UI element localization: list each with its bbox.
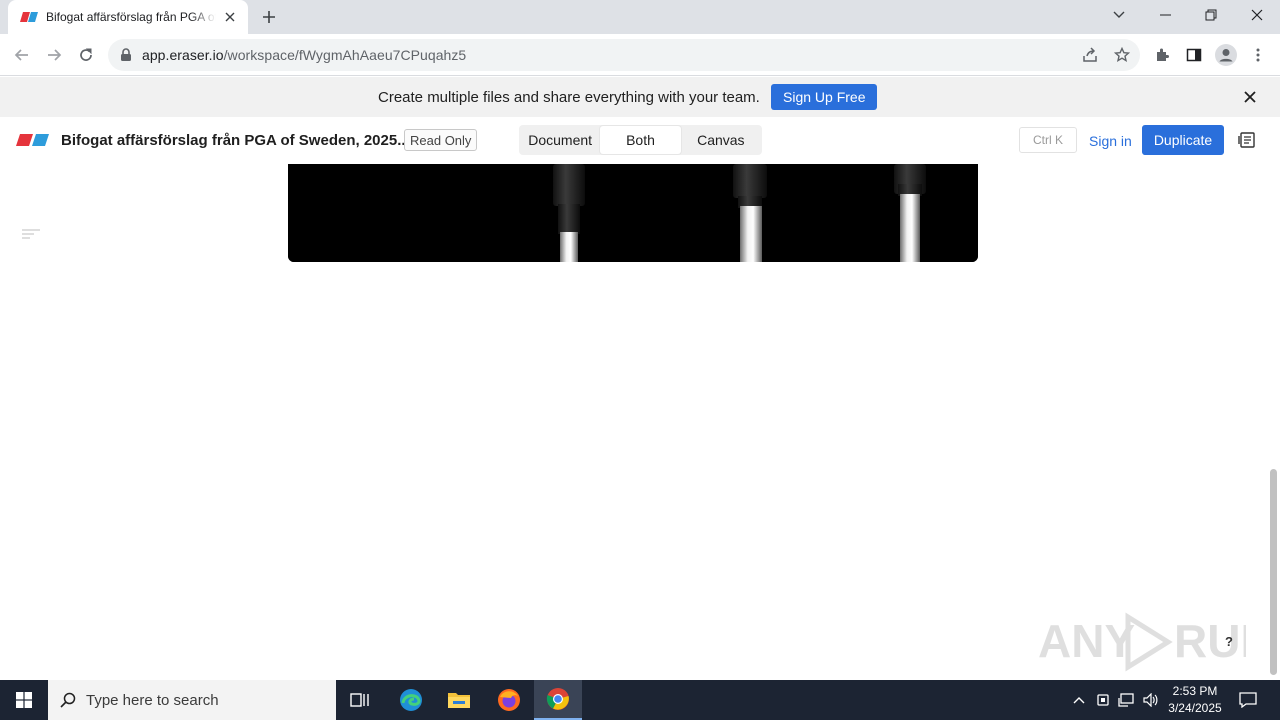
outline-icon[interactable]	[22, 229, 40, 241]
app-header: Bifogat affärsförslag från PGA of Sweden…	[0, 117, 1280, 164]
share-icon	[1082, 47, 1098, 63]
chevron-down-icon	[1113, 11, 1125, 19]
tab-search-button[interactable]	[1096, 0, 1142, 30]
promo-banner: Create multiple files and share everythi…	[0, 77, 1280, 117]
document-title: Bifogat affärsförslag från PGA of Sweden…	[61, 132, 410, 149]
lock-icon	[120, 48, 134, 62]
tray-device-icon	[1096, 693, 1110, 707]
sign-in-link[interactable]: Sign in	[1089, 133, 1132, 149]
file-explorer-taskbar-button[interactable]	[435, 680, 483, 720]
volume-icon	[1143, 693, 1159, 707]
firefox-icon	[497, 688, 521, 712]
sidepanel-icon	[1186, 47, 1202, 63]
extensions-icon	[1154, 47, 1170, 63]
notification-icon	[1239, 692, 1257, 708]
tray-chevron-icon	[1073, 696, 1085, 704]
edge-icon	[399, 688, 423, 712]
restore-icon	[1205, 9, 1217, 21]
tray-network-button[interactable]	[1115, 680, 1137, 720]
profile-icon	[1215, 44, 1237, 66]
close-icon[interactable]	[222, 9, 238, 25]
embedded-image	[288, 164, 978, 262]
forward-button[interactable]	[42, 43, 66, 67]
read-only-badge: Read Only	[404, 129, 478, 151]
new-tab-button[interactable]	[258, 7, 280, 27]
url-host: app.eraser.io	[142, 47, 224, 63]
back-icon	[14, 47, 30, 63]
task-view-button[interactable]	[336, 680, 384, 720]
sign-up-free-button[interactable]: Sign Up Free	[771, 84, 878, 110]
duplicate-button[interactable]: Duplicate	[1142, 125, 1224, 155]
extensions-button[interactable]	[1150, 43, 1174, 67]
taskbar-search-placeholder: Type here to search	[86, 691, 219, 709]
banner-message: Create multiple files and share everythi…	[378, 89, 760, 106]
clock-time: 2:53 PM	[1172, 684, 1218, 698]
chrome-icon	[546, 687, 570, 711]
search-icon	[60, 692, 76, 708]
reload-icon	[78, 47, 94, 63]
banner-close-button[interactable]	[1240, 87, 1260, 107]
browser-tab[interactable]: Bifogat affärsförslag från PGA of Sweden…	[8, 0, 248, 34]
file-explorer-icon	[447, 690, 471, 710]
document-content: ANY RUN ?	[0, 164, 1280, 680]
url-path: /workspace/fWygmAhAaeu7CPuqahz5	[223, 47, 467, 63]
edge-taskbar-button[interactable]	[387, 680, 435, 720]
back-button[interactable]	[10, 43, 34, 67]
side-panel-button[interactable]	[1182, 43, 1206, 67]
eraser-logo-icon[interactable]	[16, 134, 49, 146]
view-document-option[interactable]: Document	[520, 126, 600, 154]
svg-text:ANY: ANY	[1038, 615, 1135, 667]
forward-icon	[46, 47, 62, 63]
close-window-button[interactable]	[1234, 0, 1280, 30]
star-icon	[1114, 47, 1130, 63]
network-icon	[1118, 693, 1134, 707]
reload-button[interactable]	[74, 43, 98, 67]
tray-volume-button[interactable]	[1139, 680, 1163, 720]
taskbar-search-box[interactable]: Type here to search	[48, 680, 336, 720]
clock-date: 3/24/2025	[1168, 701, 1222, 715]
panel-toggle-button[interactable]	[1237, 130, 1257, 150]
url-text: app.eraser.io/workspace/fWygmAhAaeu7CPuq…	[142, 47, 466, 63]
panel-icon	[1238, 131, 1256, 149]
windows-start-icon	[16, 692, 32, 708]
tray-meet-button[interactable]	[1092, 680, 1114, 720]
close-icon	[1251, 9, 1263, 21]
share-button[interactable]	[1078, 43, 1102, 67]
view-mode-switcher: Document Both Canvas	[519, 125, 762, 155]
scrollbar-thumb[interactable]	[1270, 469, 1277, 675]
tab-title: Bifogat affärsförslag från PGA of Sweden…	[46, 10, 216, 24]
restore-button[interactable]	[1188, 0, 1234, 30]
start-button[interactable]	[0, 680, 48, 720]
eraser-logo-icon	[20, 12, 38, 22]
taskbar-clock[interactable]: 2:53 PM 3/24/2025	[1162, 683, 1228, 717]
browser-toolbar: app.eraser.io/workspace/fWygmAhAaeu7CPuq…	[0, 34, 1280, 76]
firefox-taskbar-button[interactable]	[485, 680, 533, 720]
view-canvas-option[interactable]: Canvas	[681, 126, 761, 154]
windows-taskbar: Type here to search 2:53 PM 3/24/2025	[0, 680, 1280, 720]
minimize-button[interactable]	[1142, 0, 1188, 30]
action-center-button[interactable]	[1232, 680, 1264, 720]
chrome-menu-button[interactable]	[1246, 43, 1270, 67]
watermark-logo: ANY RUN	[1036, 609, 1246, 675]
kebab-menu-icon	[1256, 47, 1260, 63]
close-icon	[1244, 91, 1256, 103]
task-view-icon	[350, 691, 370, 709]
plus-icon	[262, 10, 276, 24]
address-bar[interactable]: app.eraser.io/workspace/fWygmAhAaeu7CPuq…	[108, 39, 1140, 71]
tray-overflow-button[interactable]	[1068, 680, 1090, 720]
command-palette-shortcut[interactable]: Ctrl K	[1019, 127, 1077, 153]
bookmark-button[interactable]	[1110, 43, 1134, 67]
view-both-option[interactable]: Both	[600, 126, 681, 154]
profile-button[interactable]	[1214, 43, 1238, 67]
browser-tab-strip: Bifogat affärsförslag från PGA of Sweden…	[0, 0, 1280, 34]
minimize-icon	[1159, 14, 1171, 16]
help-button[interactable]: ?	[1218, 630, 1240, 652]
chrome-taskbar-button[interactable]	[534, 680, 582, 720]
